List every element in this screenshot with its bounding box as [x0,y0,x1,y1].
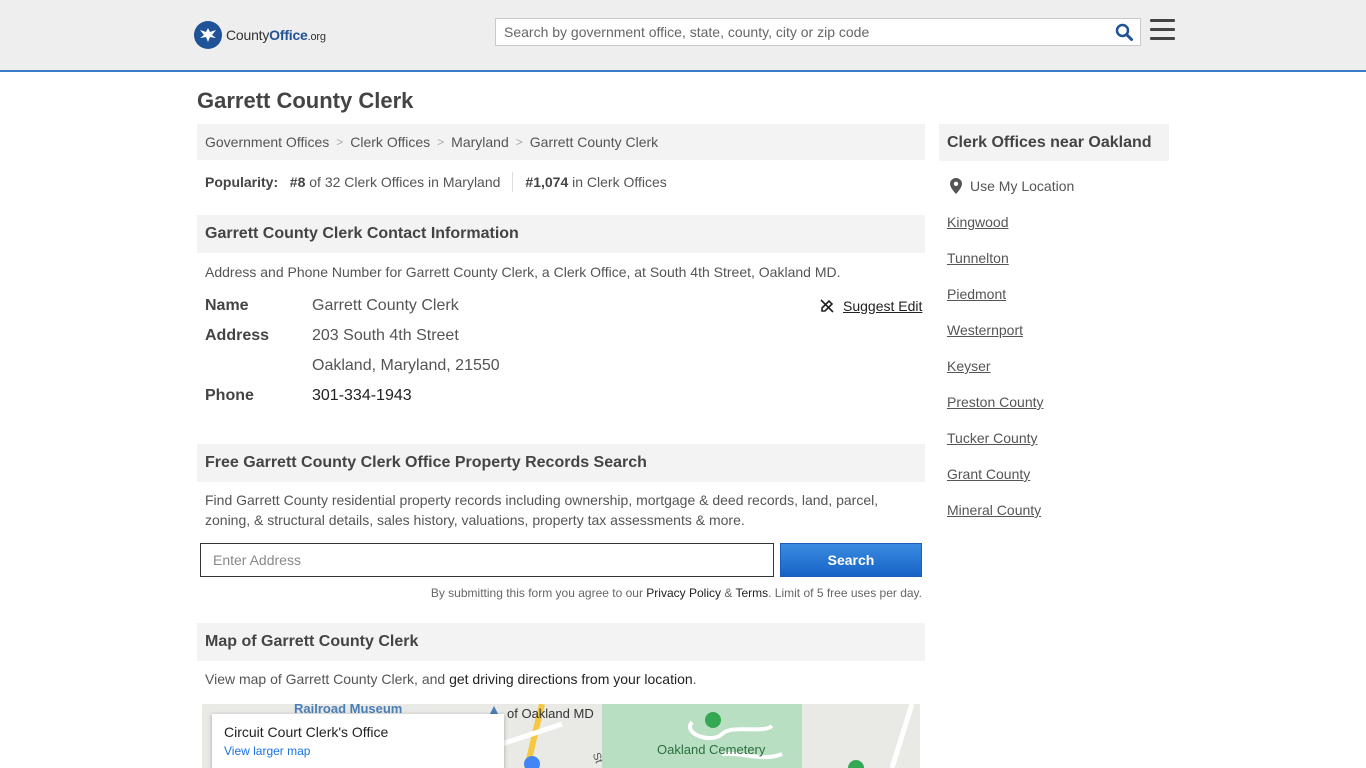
national-rank: #1,074 [525,174,569,190]
sidebar-link-tucker-county[interactable]: Tucker County [947,430,1038,446]
address-input[interactable] [200,543,774,577]
address-row-2: Oakland, Maryland, 21550 [205,357,500,377]
privacy-policy-link[interactable]: Privacy Policy [646,586,721,600]
map-label-cemetery: Oakland Cemetery [657,742,766,757]
site-search [495,18,1141,46]
contact-description: Address and Phone Number for Garrett Cou… [205,264,841,280]
hamburger-menu-icon[interactable] [1150,19,1175,41]
property-heading: Free Garrett County Clerk Office Propert… [197,444,925,482]
name-value: Garrett County Clerk [312,297,459,314]
breadcrumb-current: Garrett County Clerk [529,134,659,150]
driving-directions-link[interactable]: get driving directions from your locatio… [449,671,693,687]
page-title: Garrett County Clerk [197,88,414,113]
eagle-logo-icon [194,21,222,49]
sidebar-link-kingwood[interactable]: Kingwood [947,214,1009,230]
national-rank-text: in Clerk Offices [572,174,667,190]
use-location: Use My Location [950,178,1074,194]
logo-text: CountyOffice.org [226,27,326,43]
site-search-input[interactable] [496,19,1108,45]
address-line1: 203 South 4th Street [312,327,459,344]
address-row: Address 203 South 4th Street [205,327,459,347]
use-my-location-link[interactable]: Use My Location [970,178,1074,194]
breadcrumb-government-offices[interactable]: Government Offices [205,134,329,150]
popularity-label: Popularity: [205,174,279,190]
phone-link[interactable]: 301-334-1943 [312,387,412,407]
breadcrumb-clerk-offices[interactable]: Clerk Offices [350,134,430,150]
terms-link[interactable]: Terms [735,586,768,600]
name-label: Name [205,297,249,314]
sidebar-link-tunnelton[interactable]: Tunnelton [947,250,1009,266]
search-icon[interactable] [1108,19,1140,45]
sidebar-link-piedmont[interactable]: Piedmont [947,286,1006,302]
map-place-name: Circuit Court Clerk's Office [224,724,389,740]
map-heading: Map of Garrett County Clerk [197,623,925,661]
map-description: View map of Garrett County Clerk, and ge… [205,671,697,687]
state-rank-text: of 32 Clerk Offices in Maryland [309,174,501,190]
phone-label: Phone [205,387,254,404]
name-row: Name Garrett County Clerk [205,297,459,317]
property-description-2: zoning, & structural details, sales hist… [205,512,745,528]
breadcrumb-maryland[interactable]: Maryland [451,134,509,150]
property-search-button[interactable]: Search [780,543,922,577]
sidebar-link-westernport[interactable]: Westernport [947,322,1023,338]
sidebar-link-mineral-county[interactable]: Mineral County [947,502,1041,518]
sidebar-link-keyser[interactable]: Keyser [947,358,991,374]
contact-heading: Garrett County Clerk Contact Information [197,215,925,253]
address-label: Address [205,327,270,344]
phone-row: Phone 301-334-1943 [205,387,412,407]
sidebar-link-grant-county[interactable]: Grant County [947,466,1030,482]
suggest-edit-link[interactable]: Suggest Edit [819,298,922,314]
map-label-oakland: of Oakland MD [507,706,594,721]
map-info-card: Circuit Court Clerk's Office View larger… [212,714,504,768]
site-logo[interactable]: CountyOffice.org [194,20,326,50]
site-header: CountyOffice.org [0,0,1366,72]
divider [512,172,514,192]
chevron-right-icon: > [515,135,523,149]
sidebar-heading: Clerk Offices near Oakland [939,124,1169,161]
address-line2: Oakland, Maryland, 21550 [312,357,500,374]
chevron-right-icon: > [336,135,344,149]
embedded-map[interactable]: Railroad Museum of Oakland MD Oakland Ce… [202,704,920,768]
breadcrumb: Government Offices > Clerk Offices > Mar… [197,124,925,160]
form-disclaimer: By submitting this form you agree to our… [430,586,922,600]
location-pin-icon [950,178,962,194]
chevron-right-icon: > [437,135,445,149]
state-rank: #8 [289,174,306,190]
sidebar-link-preston-county[interactable]: Preston County [947,394,1044,410]
view-larger-map-link[interactable]: View larger map [224,744,492,758]
popularity: Popularity: #8 of 32 Clerk Offices in Ma… [205,172,667,192]
edit-off-icon [820,299,834,313]
property-description-1: Find Garrett County residential property… [205,492,879,508]
